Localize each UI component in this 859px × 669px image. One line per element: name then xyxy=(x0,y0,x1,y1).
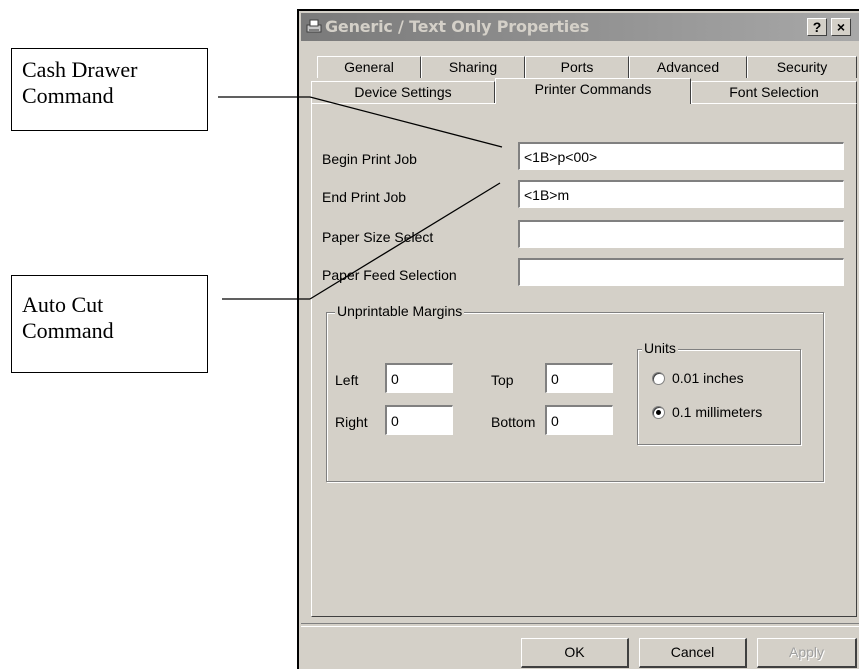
callout-lines xyxy=(218,96,503,300)
cash-drawer-pointer xyxy=(309,96,503,148)
tab-printer-commands[interactable]: Printer Commands xyxy=(495,78,691,104)
auto-cut-pointer xyxy=(309,182,501,300)
